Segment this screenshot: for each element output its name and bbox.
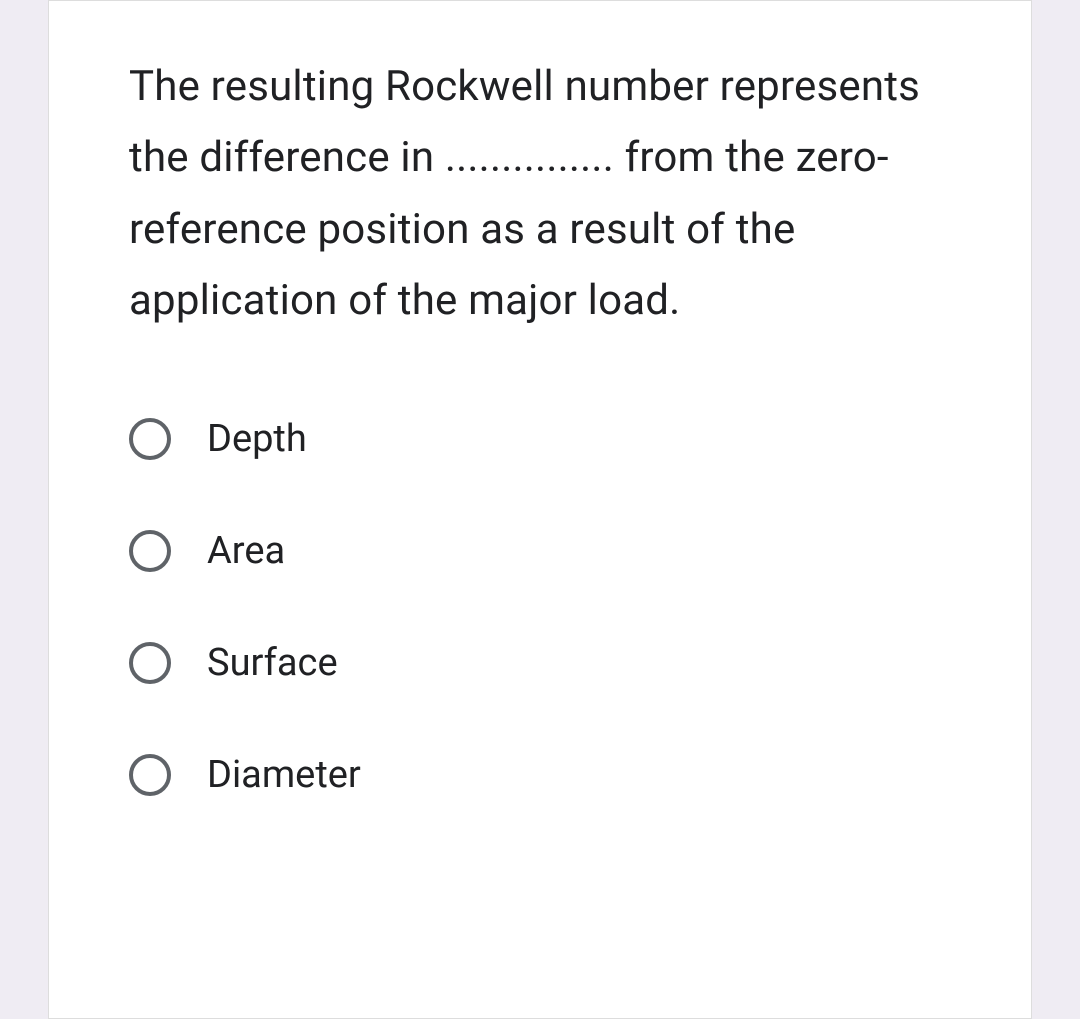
option-diameter[interactable]: Diameter — [129, 753, 961, 797]
question-text: The resulting Rockwell number represents… — [129, 51, 961, 337]
option-label: Diameter — [207, 753, 361, 797]
option-label: Depth — [207, 417, 307, 461]
option-area[interactable]: Area — [129, 529, 961, 573]
option-label: Surface — [207, 641, 338, 685]
option-surface[interactable]: Surface — [129, 641, 961, 685]
radio-icon — [129, 754, 171, 796]
radio-icon — [129, 418, 171, 460]
question-card: The resulting Rockwell number represents… — [48, 0, 1032, 1019]
options-list: Depth Area Surface Diameter — [129, 417, 961, 797]
option-depth[interactable]: Depth — [129, 417, 961, 461]
radio-icon — [129, 530, 171, 572]
radio-icon — [129, 642, 171, 684]
option-label: Area — [207, 529, 285, 573]
